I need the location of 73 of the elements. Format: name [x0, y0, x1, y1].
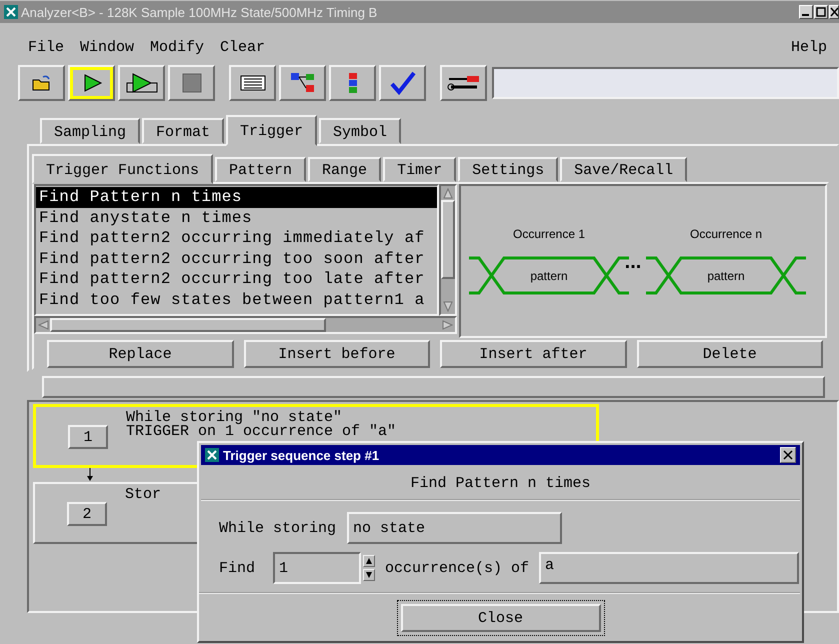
scroll-left-icon[interactable]: [36, 319, 50, 331]
close-icon[interactable]: [780, 447, 796, 463]
ellipsis-text: ...: [624, 251, 642, 273]
tab[interactable]: Sampling: [40, 118, 140, 144]
toolbar-button[interactable]: [440, 65, 487, 101]
menu-item[interactable]: File: [28, 38, 64, 56]
increment-icon[interactable]: [363, 555, 376, 567]
step-text: TRIGGER on 1 occurrence of "a": [126, 425, 396, 439]
toolbar-button[interactable]: [18, 65, 65, 101]
toolbar-button[interactable]: [68, 65, 115, 101]
checkmark-icon: [390, 71, 416, 95]
repeat-play-icon: [124, 72, 158, 94]
field-label: Find: [219, 560, 256, 576]
maximize-icon[interactable]: [814, 5, 828, 19]
step-text: Stor: [125, 488, 162, 502]
tab[interactable]: Range: [308, 157, 382, 182]
toolbar-button[interactable]: [229, 65, 276, 101]
list-item[interactable]: Find pattern2 occurring too late after: [36, 269, 437, 290]
scroll-down-icon[interactable]: [442, 300, 454, 314]
menu-item[interactable]: Modify: [150, 38, 204, 56]
folder-icon: [30, 74, 52, 92]
minimize-icon[interactable]: [799, 5, 813, 19]
occurrence-label: Occurrence 1: [512, 227, 586, 241]
field-label: While storing: [219, 520, 336, 536]
vertical-scrollbar[interactable]: [439, 184, 457, 316]
step-number-button[interactable]: 2: [67, 502, 107, 526]
dialog-title: Trigger sequence step #1: [223, 448, 380, 462]
menu-item[interactable]: Window: [80, 38, 134, 56]
tab[interactable]: Pattern: [215, 157, 306, 182]
toolbar-button[interactable]: [329, 65, 376, 101]
horizontal-scrollbar[interactable]: [34, 316, 457, 334]
storing-field[interactable]: no state: [347, 512, 562, 544]
tab[interactable]: Trigger: [226, 115, 318, 146]
occurrence-label: Occurrence n: [690, 227, 762, 241]
step-number-button[interactable]: 1: [68, 425, 108, 449]
step-text: While storing "no state": [126, 411, 343, 425]
toolbar-button[interactable]: [279, 65, 326, 101]
stop-icon: [182, 73, 202, 93]
app-icon: [205, 448, 219, 462]
pattern-field[interactable]: a: [539, 552, 800, 584]
tab[interactable]: Timer: [383, 157, 456, 182]
dialog-heading: Find Pattern n times: [201, 465, 800, 501]
list-item[interactable]: Find Pattern n times: [36, 187, 437, 208]
list-item[interactable]: Find too few states between pattern1 a: [36, 290, 437, 310]
list-item[interactable]: Find anystate n times: [36, 208, 437, 228]
tab[interactable]: Settings: [458, 157, 558, 182]
action-button[interactable]: Replace: [47, 340, 234, 368]
list-item[interactable]: Find pattern2 occurring immediately af: [36, 228, 437, 248]
tab[interactable]: Format: [142, 118, 224, 144]
list-item[interactable]: Find pattern2 occurring too soon after: [36, 248, 437, 269]
action-button[interactable]: Insert after: [440, 340, 626, 368]
toolbar-button[interactable]: [118, 65, 165, 101]
stack-icon: [346, 72, 358, 94]
scroll-right-icon[interactable]: [441, 319, 455, 331]
arrow-icon: [85, 468, 95, 482]
menu-item[interactable]: Clear: [220, 38, 266, 56]
field-label: occurrence(s) of: [385, 560, 530, 576]
tree-icon: [290, 72, 316, 94]
action-button[interactable]: Delete: [636, 340, 823, 368]
tab[interactable]: Symbol: [319, 118, 402, 144]
tab[interactable]: Trigger Functions: [32, 154, 214, 184]
decrement-icon[interactable]: [363, 569, 376, 581]
tab[interactable]: Save/Recall: [560, 157, 688, 182]
count-field[interactable]: 1: [273, 552, 362, 584]
app-icon: [4, 5, 18, 19]
window-title: Analyzer<B> - 128K Sample 100MHz State/500MHz Timing B: [21, 4, 378, 20]
pattern-label: pattern: [707, 269, 745, 283]
action-button[interactable]: Insert before: [244, 340, 430, 368]
listing-icon: [240, 75, 266, 91]
scroll-up-icon[interactable]: [442, 186, 454, 200]
toolbar-button[interactable]: [379, 65, 426, 101]
pattern-label: pattern: [530, 269, 568, 283]
help-menu[interactable]: Help: [790, 38, 827, 56]
